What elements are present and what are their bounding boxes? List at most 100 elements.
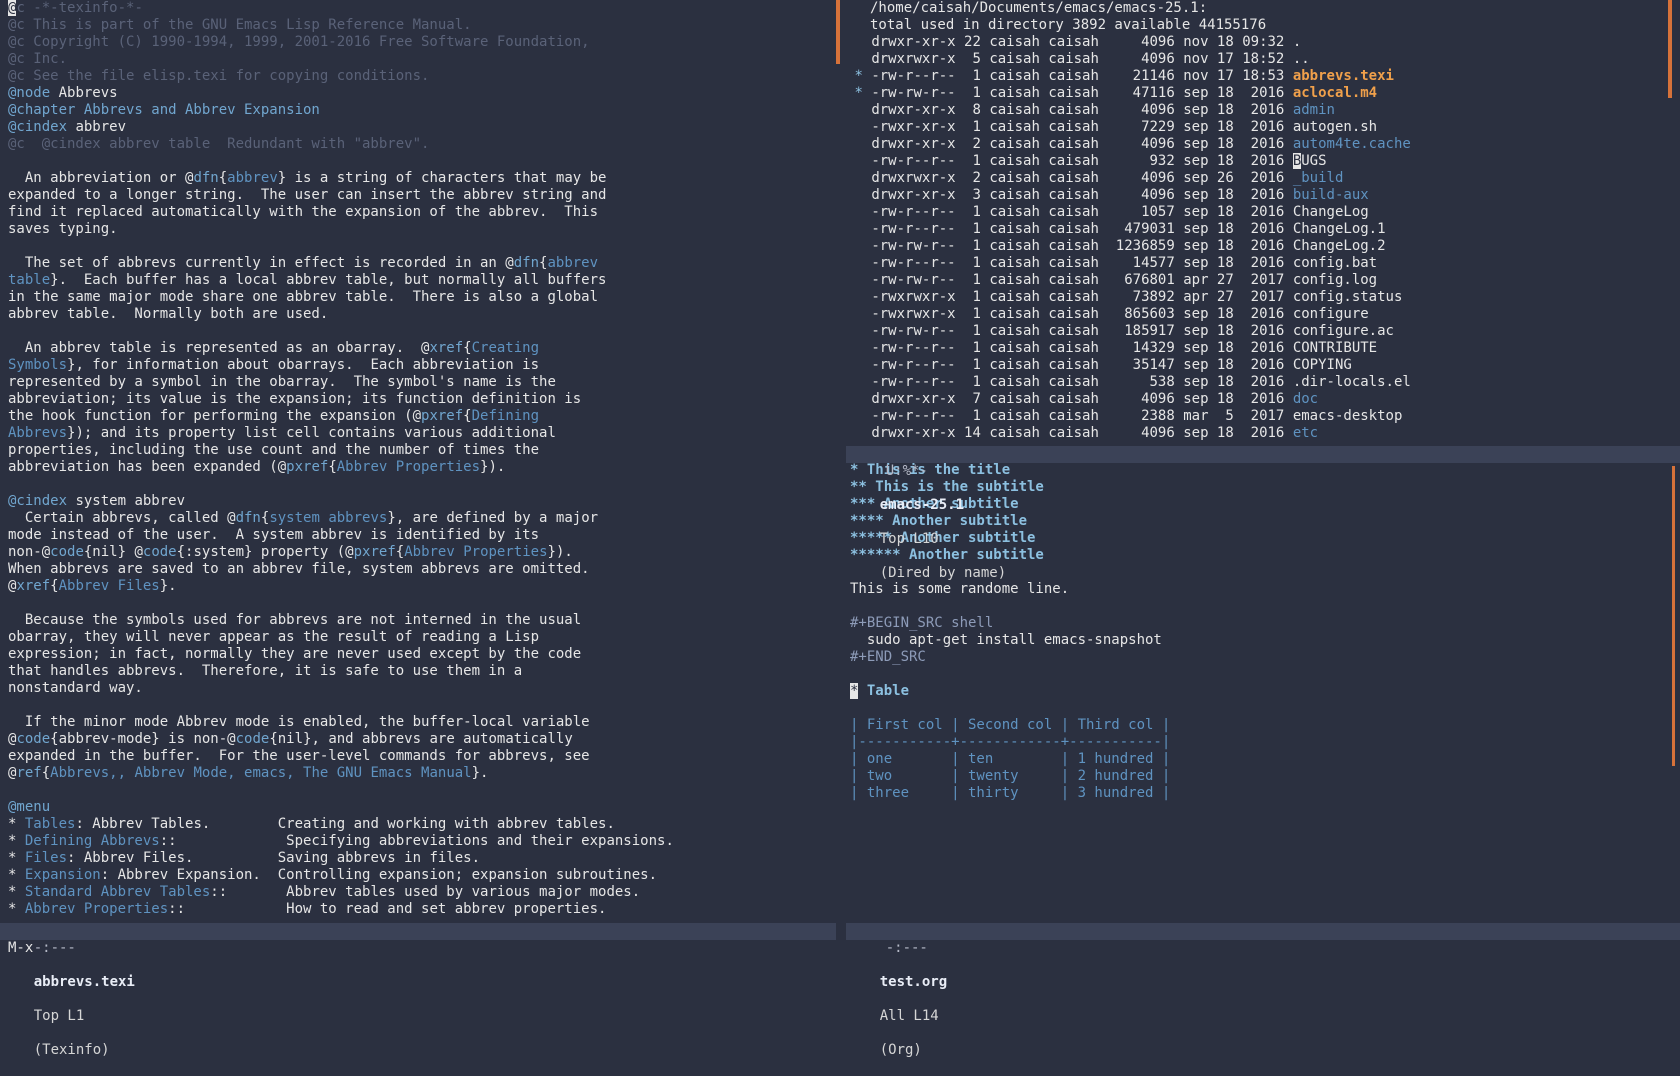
text-line[interactable]: @c See the file elisp.texi for copying c… (8, 68, 836, 85)
text-line[interactable]: * Expansion: Abbrev Expansion. Controlli… (8, 867, 836, 884)
text-line[interactable]: @menu (8, 799, 836, 816)
dired-entry[interactable]: -rw-r--r-- 1 caisah caisah 1057 sep 18 2… (846, 204, 1680, 221)
text-line[interactable]: in the same major mode share one abbrev … (8, 289, 836, 306)
text-line[interactable]: @c -*-texinfo-*- (8, 0, 836, 17)
dired-entry[interactable]: -rw-r--r-- 1 caisah caisah 932 sep 18 20… (846, 153, 1680, 170)
scrollbar-left[interactable] (836, 0, 840, 64)
dired-filename[interactable]: config.bat (1293, 255, 1377, 271)
text-line[interactable]: @code{abbrev-mode} is non-@code{nil}, an… (8, 731, 836, 748)
text-line[interactable]: expanded in the buffer. For the user-lev… (8, 748, 836, 765)
text-line[interactable]: expression; in fact, normally they are n… (8, 646, 836, 663)
dired-filename[interactable]: ChangeLog.2 (1293, 238, 1386, 254)
dired-filename[interactable]: . (1293, 34, 1301, 50)
text-line[interactable]: saves typing. (8, 221, 836, 238)
dired-entry[interactable]: drwxr-xr-x 3 caisah caisah 4096 sep 18 2… (846, 187, 1680, 204)
dired-filename[interactable]: doc (1293, 391, 1318, 407)
dired-filename[interactable]: configure (1293, 306, 1369, 322)
text-line[interactable]: nonstandard way. (8, 680, 836, 697)
dired-filename[interactable]: abbrevs.texi (1293, 68, 1394, 84)
minibuffer[interactable]: M-x (8, 940, 33, 956)
dired-filename[interactable]: CONTRIBUTE (1293, 340, 1377, 356)
dired-entry[interactable]: drwxr-xr-x 14 caisah caisah 4096 sep 18 … (846, 425, 1680, 442)
text-line[interactable] (8, 323, 836, 340)
text-line[interactable] (8, 153, 836, 170)
text-line[interactable]: find it replaced automatically with the … (8, 204, 836, 221)
text-line[interactable]: #+BEGIN_SRC shell (850, 615, 1680, 632)
text-line[interactable]: ****** Another subtitle (850, 547, 1680, 564)
text-line[interactable]: sudo apt-get install emacs-snapshot (850, 632, 1680, 649)
text-line[interactable]: @c Copyright (C) 1990-1994, 1999, 2001-2… (8, 34, 836, 51)
text-line[interactable]: @xref{Abbrev Files}. (8, 578, 836, 595)
dired-entry[interactable]: * -rw-r--r-- 1 caisah caisah 21146 nov 1… (846, 68, 1680, 85)
dired-entry[interactable]: -rw-r--r-- 1 caisah caisah 14577 sep 18 … (846, 255, 1680, 272)
modeline-mode[interactable]: (Dired by name) (880, 565, 1006, 581)
text-line[interactable]: @cindex system abbrev (8, 493, 836, 510)
text-line[interactable]: * Table (850, 683, 1680, 700)
text-line[interactable] (8, 238, 836, 255)
texinfo-buffer[interactable]: @c -*-texinfo-*- @c This is part of the G… (0, 0, 836, 922)
text-line[interactable]: **** Another subtitle (850, 513, 1680, 530)
text-line[interactable]: abbrev table. Normally both are used. (8, 306, 836, 323)
text-line[interactable]: * Defining Abbrevs:: Specifying abbrevia… (8, 833, 836, 850)
text-line[interactable]: represented by a symbol in the obarray. … (8, 374, 836, 391)
text-line[interactable]: * Files: Abbrev Files. Saving abbrevs in… (8, 850, 836, 867)
text-line[interactable]: @chapter Abbrevs and Abbrev Expansion (8, 102, 836, 119)
dired-filename[interactable]: config.log (1293, 272, 1377, 288)
text-line[interactable]: | three | thirty | 3 hundred | (850, 785, 1680, 802)
text-line[interactable]: An abbrev table is represented as an oba… (8, 340, 836, 357)
dired-entry[interactable]: drwxrwxr-x 2 caisah caisah 4096 sep 26 2… (846, 170, 1680, 187)
dired-entry[interactable]: -rw-r--r-- 1 caisah caisah 538 sep 18 20… (846, 374, 1680, 391)
dired-filename[interactable]: aclocal.m4 (1293, 85, 1377, 101)
dired-entry[interactable]: -rw-r--r-- 1 caisah caisah 479031 sep 18… (846, 221, 1680, 238)
text-line[interactable]: If the minor mode Abbrev mode is enabled… (8, 714, 836, 731)
text-line[interactable]: mode instead of the user. A system abbre… (8, 527, 836, 544)
dired-filename[interactable]: ChangeLog (1293, 204, 1369, 220)
dired-filename[interactable]: _build (1293, 170, 1344, 186)
text-line[interactable]: expanded to a longer string. The user ca… (8, 187, 836, 204)
dired-entry[interactable]: -rw-r--r-- 1 caisah caisah 14329 sep 18 … (846, 340, 1680, 357)
text-line[interactable]: Abbrevs}); and its property list cell co… (8, 425, 836, 442)
text-line[interactable]: | First col | Second col | Third col | (850, 717, 1680, 734)
dired-buffer[interactable]: /home/caisah/Documents/emacs/emacs-25.1:… (846, 0, 1680, 446)
text-line[interactable]: Certain abbrevs, called @dfn{system abbr… (8, 510, 836, 527)
text-line[interactable]: |-----------+------------+-----------| (850, 734, 1680, 751)
text-line[interactable] (8, 476, 836, 493)
text-line[interactable]: * This is the title (850, 462, 1680, 479)
text-line[interactable]: ***** Another subtitle (850, 530, 1680, 547)
dired-entry[interactable]: -rwxrwxr-x 1 caisah caisah 865603 sep 18… (846, 306, 1680, 323)
dired-entry[interactable]: -rw-r--r-- 1 caisah caisah 2388 mar 5 20… (846, 408, 1680, 425)
text-line[interactable]: * Abbrev Properties:: How to read and se… (8, 901, 836, 918)
text-line[interactable] (8, 697, 836, 714)
text-line[interactable]: @node Abbrevs (8, 85, 836, 102)
dired-filename[interactable]: .. (1293, 51, 1310, 67)
text-line[interactable] (850, 666, 1680, 683)
text-line[interactable]: Because the symbols used for abbrevs are… (8, 612, 836, 629)
dired-entry[interactable]: drwxrwxr-x 5 caisah caisah 4096 nov 17 1… (846, 51, 1680, 68)
text-line[interactable]: *** Another subtitle (850, 496, 1680, 513)
text-line[interactable] (850, 700, 1680, 717)
text-line[interactable]: #+END_SRC (850, 649, 1680, 666)
dired-entry[interactable]: -rwxr-xr-x 1 caisah caisah 7229 sep 18 2… (846, 119, 1680, 136)
text-line[interactable]: * Standard Abbrev Tables:: Abbrev tables… (8, 884, 836, 901)
text-line[interactable]: properties, including the use count and … (8, 442, 836, 459)
dired-entry[interactable]: -rw-rw-r-- 1 caisah caisah 676801 apr 27… (846, 272, 1680, 289)
modeline-buffer-name[interactable]: abbrevs.texi (34, 974, 135, 990)
dired-filename[interactable]: .dir-locals.el (1293, 374, 1411, 390)
text-line[interactable]: @cindex abbrev (8, 119, 836, 136)
text-line[interactable] (8, 782, 836, 799)
text-line[interactable]: that handles abbrevs. Therefore, it is s… (8, 663, 836, 680)
text-line[interactable]: @c This is part of the GNU Emacs Lisp Re… (8, 17, 836, 34)
dired-filename[interactable]: build-aux (1293, 187, 1369, 203)
dired-entry[interactable]: drwxr-xr-x 2 caisah caisah 4096 sep 18 2… (846, 136, 1680, 153)
text-line[interactable]: | one | ten | 1 hundred | (850, 751, 1680, 768)
dired-file-list[interactable]: drwxr-xr-x 22 caisah caisah 4096 nov 18 … (846, 34, 1680, 442)
dired-entry[interactable]: -rw-rw-r-- 1 caisah caisah 185917 sep 18… (846, 323, 1680, 340)
text-line[interactable]: ** This is the subtitle (850, 479, 1680, 496)
dired-entry[interactable]: -rwxrwxr-x 1 caisah caisah 73892 apr 27 … (846, 289, 1680, 306)
dired-entry[interactable]: drwxr-xr-x 22 caisah caisah 4096 nov 18 … (846, 34, 1680, 51)
org-buffer[interactable]: * This is the title ** This is the subtit… (846, 462, 1680, 922)
dired-filename[interactable]: autogen.sh (1293, 119, 1377, 135)
text-line[interactable]: An abbreviation or @dfn{abbrev} is a str… (8, 170, 836, 187)
text-line[interactable]: | two | twenty | 2 hundred | (850, 768, 1680, 785)
text-line[interactable]: table}. Each buffer has a local abbrev t… (8, 272, 836, 289)
